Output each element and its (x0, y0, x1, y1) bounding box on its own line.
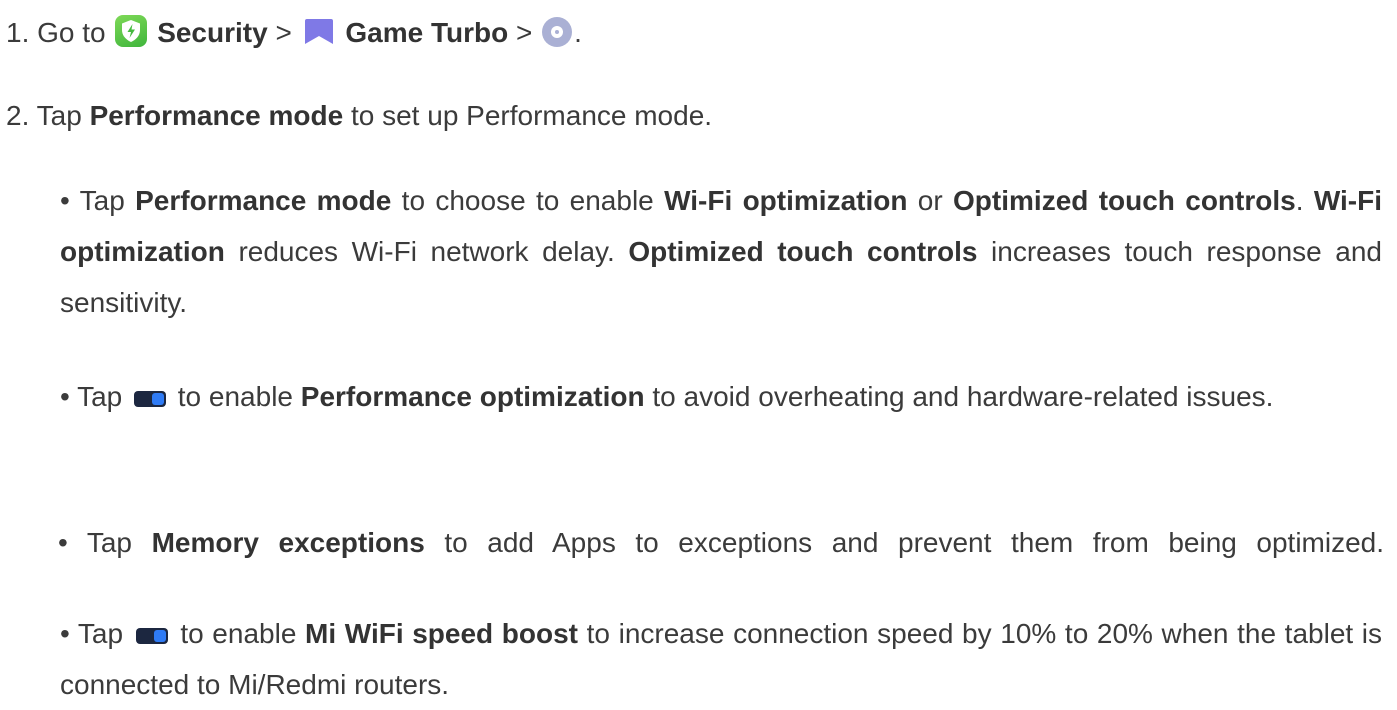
bullet-text: • Tap to enable Performance optimization… (60, 371, 1382, 422)
game-turbo-label: Game Turbo (345, 17, 509, 48)
body-text: to choose to enable (391, 185, 665, 216)
step-2-prefix: 2. Tap (6, 100, 90, 131)
settings-gear-icon (542, 17, 573, 47)
security-app-icon (115, 15, 148, 47)
bold-term: Mi WiFi speed boost (305, 618, 578, 649)
step-1-suffix: . (574, 17, 582, 48)
step-2: 2. Tap Performance mode to set up Perfor… (6, 102, 712, 130)
body-text: • Tap (60, 618, 132, 649)
bullet-text: • Tap Memory exceptions to add Apps to e… (58, 517, 1384, 568)
step-1: 1. Go to Security > Game Turbo > . (6, 15, 582, 47)
document-page: 1. Go to Security > Game Turbo > . 2. Ta… (0, 0, 1397, 700)
bullet-memory-exceptions: • Tap Memory exceptions to add Apps to e… (58, 517, 1384, 568)
bold-term: Wi-Fi optimization (664, 185, 908, 216)
step-1-prefix: 1. Go to (6, 17, 114, 48)
body-text: reduces Wi-Fi network delay. (224, 236, 629, 267)
bullet-performance-optimization: • Tap to enable Performance optimization… (60, 371, 1382, 422)
breadcrumb-separator: > (267, 17, 300, 48)
body-text: to enable (170, 381, 301, 412)
bold-term: Performance optimization (300, 381, 645, 412)
security-label: Security (157, 17, 268, 48)
toggle-switch-icon (135, 628, 168, 644)
bold-term: Optimized touch controls (628, 236, 978, 267)
body-text: • Tap (60, 381, 130, 412)
breadcrumb-separator: > (508, 17, 541, 48)
body-text: or (907, 185, 954, 216)
bullet-text: • Tap Performance mode to choose to enab… (60, 175, 1382, 328)
bullet-performance-mode: • Tap Performance mode to choose to enab… (60, 175, 1382, 328)
toggle-switch-icon (134, 391, 166, 407)
body-text: • Tap (58, 527, 152, 558)
bold-term: Optimized touch controls (953, 185, 1296, 216)
step-2-suffix: to set up Performance mode. (343, 100, 713, 131)
body-text: . (1295, 185, 1314, 216)
body-text: • Tap (60, 185, 136, 216)
body-text: to enable (171, 618, 306, 649)
bold-term: Performance mode (135, 185, 392, 216)
bold-term: Memory exceptions (151, 527, 425, 558)
body-text: to avoid overheating and hardware-relate… (644, 381, 1274, 412)
body-text: to add Apps to exceptions and prevent th… (424, 527, 1385, 558)
performance-mode-label: Performance mode (89, 100, 344, 131)
game-turbo-app-icon (302, 15, 336, 47)
